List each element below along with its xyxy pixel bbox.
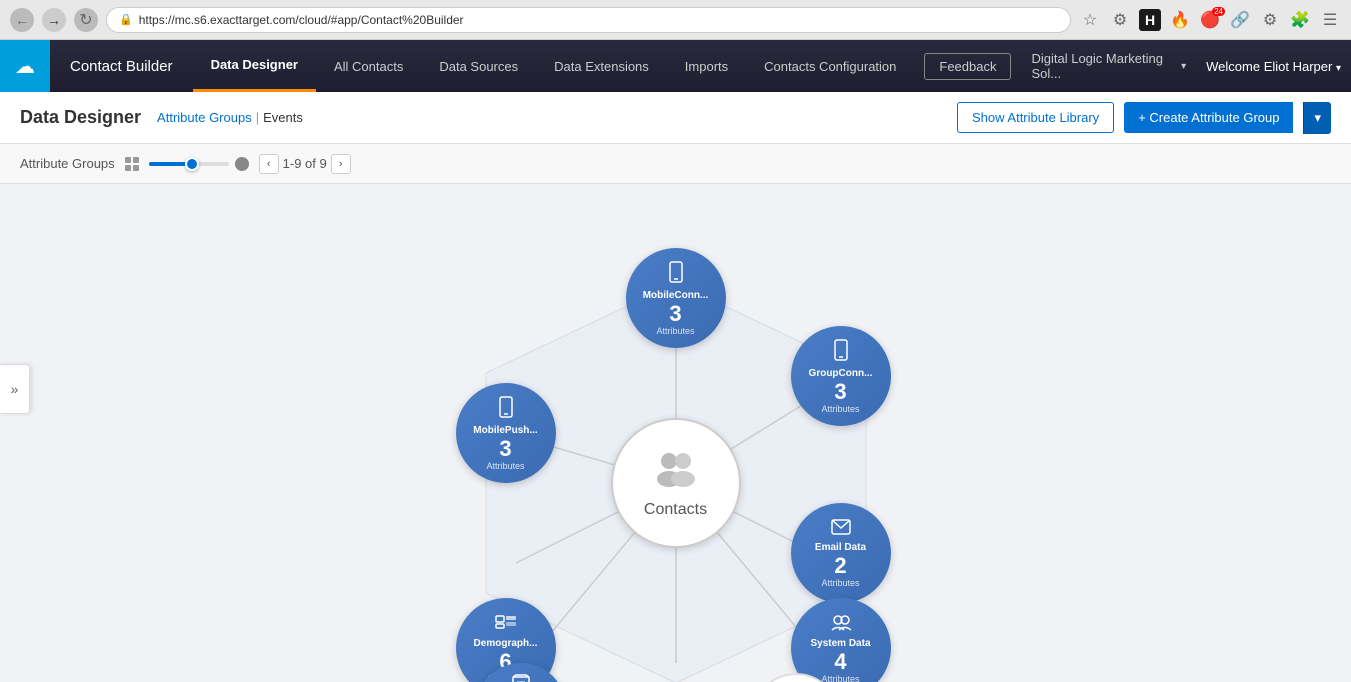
back-button[interactable]: ←: [10, 8, 34, 32]
mobile-push-attr: Attributes: [486, 461, 524, 471]
node-mobile-push[interactable]: MobilePush... 3 Attributes: [456, 383, 556, 483]
lock-icon: 🔒: [119, 13, 133, 26]
system-data-icon: [830, 613, 852, 636]
email-data-icon: [831, 519, 851, 540]
nav-data-sources[interactable]: Data Sources: [421, 40, 536, 92]
app-nav: Data Designer All Contacts Data Sources …: [193, 40, 915, 92]
mobile-push-count: 3: [499, 438, 511, 460]
settings-icon[interactable]: ⚙: [1259, 9, 1281, 31]
h-icon[interactable]: H: [1139, 9, 1161, 31]
group-conn-count: 3: [834, 381, 846, 403]
mobile-conn-attr: Attributes: [656, 326, 694, 336]
feedback-button[interactable]: Feedback: [924, 53, 1011, 80]
side-panel-toggle[interactable]: »: [0, 364, 30, 414]
create-attribute-group-button[interactable]: + Create Attribute Group: [1124, 102, 1293, 133]
sub-header: Data Designer Attribute Groups | Events …: [0, 92, 1351, 144]
user-dropdown-arrow[interactable]: ▾: [1336, 63, 1341, 74]
diagram-container: Contacts MobileConn... 3 Attributes Grou…: [376, 233, 976, 682]
create-attribute-group-dropdown[interactable]: ▾: [1303, 102, 1331, 134]
app-title: Contact Builder: [50, 58, 193, 75]
attr-groups-label: Attribute Groups: [20, 156, 115, 171]
welcome-text: Welcome Eliot Harper ▾: [1196, 59, 1351, 74]
breadcrumb-attr-groups[interactable]: Attribute Groups: [157, 110, 252, 125]
toolbar-row: Attribute Groups ‹ 1-9 of 9 ›: [0, 144, 1351, 184]
nav-data-designer[interactable]: Data Designer: [193, 40, 316, 92]
demographics-icon: [495, 613, 517, 636]
mobile-conn-name: MobileConn...: [643, 290, 709, 302]
breadcrumb-sep: |: [256, 110, 259, 125]
contacts-icon: [651, 447, 701, 497]
org-name: Digital Logic Marketing Sol...: [1031, 51, 1177, 81]
puzzle-icon[interactable]: 🧩: [1289, 9, 1311, 31]
main-content: » Contacts: [0, 184, 1351, 682]
nav-data-extensions[interactable]: Data Extensions: [536, 40, 667, 92]
menu-icon[interactable]: ☰: [1319, 9, 1341, 31]
nav-contacts-configuration[interactable]: Contacts Configuration: [746, 40, 914, 92]
next-page-button[interactable]: ›: [331, 154, 351, 174]
node-email-data[interactable]: Email Data 2 Attributes: [791, 503, 891, 603]
demographics-name: Demograph...: [474, 638, 538, 650]
refresh-button[interactable]: ↻: [74, 8, 98, 32]
page-title: Data Designer: [20, 107, 141, 128]
zoom-slider[interactable]: [149, 157, 249, 171]
bookmark-icon[interactable]: ☆: [1079, 9, 1101, 31]
system-data-name: System Data: [810, 638, 870, 650]
forward-button[interactable]: →: [42, 8, 66, 32]
mobile-conn-count: 3: [669, 303, 681, 325]
prev-page-button[interactable]: ‹: [259, 154, 279, 174]
url-text: https://mc.s6.exacttarget.com/cloud/#app…: [139, 13, 464, 27]
url-bar[interactable]: 🔒 https://mc.s6.exacttarget.com/cloud/#a…: [106, 7, 1071, 33]
logo-icon: ☁: [15, 54, 35, 79]
show-library-button[interactable]: Show Attribute Library: [957, 102, 1114, 133]
mobile-push-name: MobilePush...: [473, 425, 537, 437]
pagination: ‹ 1-9 of 9 ›: [259, 154, 351, 174]
org-selector[interactable]: Digital Logic Marketing Sol... ▾: [1021, 51, 1196, 81]
contacts-center-node[interactable]: Contacts: [611, 418, 741, 548]
nav-imports[interactable]: Imports: [667, 40, 746, 92]
browser-chrome: ← → ↻ 🔒 https://mc.s6.exacttarget.com/cl…: [0, 0, 1351, 40]
group-conn-icon: [832, 339, 850, 366]
sub-header-right: Show Attribute Library + Create Attribut…: [957, 102, 1331, 134]
mobile-push-icon: [497, 396, 515, 423]
org-dropdown-arrow: ▾: [1181, 61, 1186, 72]
email-data-attr: Attributes: [821, 578, 859, 588]
imagination-icon: [512, 674, 530, 682]
link-icon[interactable]: 🔗: [1229, 9, 1251, 31]
pagination-text: 1-9 of 9: [283, 156, 327, 171]
email-data-name: Email Data: [815, 542, 866, 554]
salesforce-logo: ☁: [0, 40, 50, 92]
email-data-count: 2: [834, 555, 846, 577]
mobile-conn-icon: [667, 261, 685, 288]
system-data-attr: Attributes: [821, 674, 859, 682]
node-group-conn[interactable]: GroupConn... 3 Attributes: [791, 326, 891, 426]
contacts-label: Contacts: [644, 501, 707, 519]
app-header: ☁ Contact Builder Data Designer All Cont…: [0, 40, 1351, 92]
breadcrumb-events: Events: [263, 110, 303, 125]
group-conn-name: GroupConn...: [809, 368, 873, 380]
node-mobile-conn[interactable]: MobileConn... 3 Attributes: [626, 248, 726, 348]
badge-icon[interactable]: 🔴: [1199, 9, 1221, 31]
grid-toggle[interactable]: [125, 157, 139, 171]
group-conn-attr: Attributes: [821, 404, 859, 414]
system-data-count: 4: [834, 651, 846, 673]
extensions-icon[interactable]: ⚙: [1109, 9, 1131, 31]
browser-toolbar: ☆ ⚙ H 🔥 🔴 🔗 ⚙ 🧩 ☰: [1079, 9, 1341, 31]
fire-icon[interactable]: 🔥: [1169, 9, 1191, 31]
nav-all-contacts[interactable]: All Contacts: [316, 40, 421, 92]
